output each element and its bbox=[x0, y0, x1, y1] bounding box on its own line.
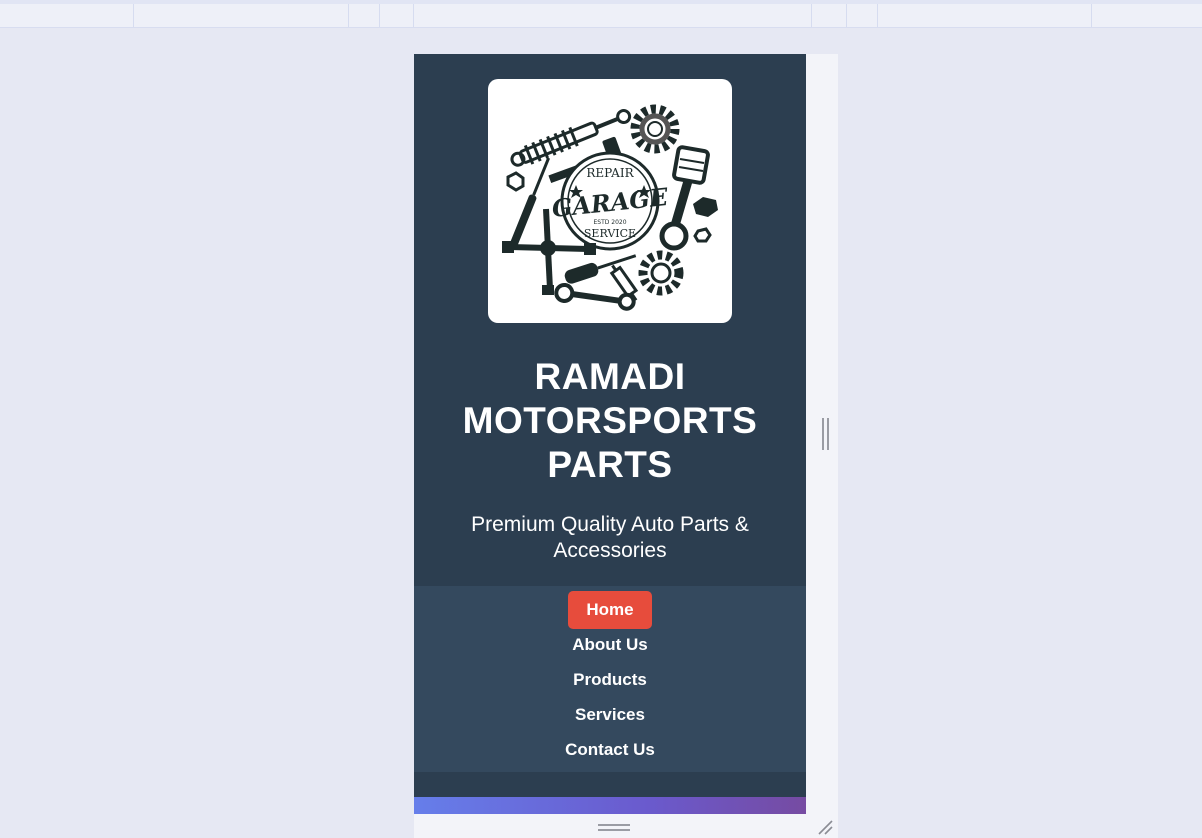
logo-text-bottom: SERVICE bbox=[584, 227, 636, 240]
site-title: RAMADI MOTORSPORTS PARTS bbox=[414, 355, 806, 487]
responsive-preview-frame: REPAIR GARAGE ESTD 2020 SERVICE RAMADI M… bbox=[414, 54, 838, 838]
grip-horizontal-icon[interactable] bbox=[598, 824, 630, 831]
garage-tools-logo[interactable]: REPAIR GARAGE ESTD 2020 SERVICE bbox=[488, 79, 732, 323]
logo-text-est: ESTD 2020 bbox=[593, 219, 626, 226]
nav-item-home[interactable]: Home bbox=[568, 591, 652, 629]
resize-handle-icon[interactable] bbox=[816, 818, 834, 836]
bottom-resize-bar bbox=[414, 814, 838, 838]
site-title-line: PARTS bbox=[547, 444, 673, 485]
toolbar-divider bbox=[1091, 4, 1092, 27]
logo-text-top: REPAIR bbox=[586, 166, 634, 180]
nav-item-services[interactable]: Services bbox=[414, 705, 806, 725]
nav-item-products[interactable]: Products bbox=[414, 670, 806, 690]
toolbar-divider bbox=[413, 4, 414, 27]
toolbar-divider bbox=[133, 4, 134, 27]
nav-item-about-us[interactable]: About Us bbox=[414, 635, 806, 655]
site-tagline: Premium Quality Auto Parts & Accessories bbox=[444, 512, 776, 564]
tagline-line: Accessories bbox=[553, 539, 667, 562]
toolbar-divider bbox=[379, 4, 380, 27]
nav-item-contact-us[interactable]: Contact Us bbox=[414, 740, 806, 760]
toolbar-divider bbox=[811, 4, 812, 27]
site-title-line: RAMADI bbox=[534, 356, 686, 397]
site-title-line: MOTORSPORTS bbox=[462, 400, 758, 441]
top-toolbar bbox=[0, 0, 1202, 28]
grip-vertical-icon[interactable] bbox=[822, 418, 830, 450]
toolbar-divider bbox=[348, 4, 349, 27]
garage-logo-graphic: REPAIR GARAGE ESTD 2020 SERVICE bbox=[502, 104, 718, 311]
main-navigation: Home About Us Products Services Contact … bbox=[414, 586, 806, 772]
tagline-line: Premium Quality Auto Parts & bbox=[471, 513, 749, 536]
hero-section-top bbox=[414, 797, 806, 814]
toolbar-divider bbox=[877, 4, 878, 27]
toolbar-divider bbox=[846, 4, 847, 27]
site-header: REPAIR GARAGE ESTD 2020 SERVICE RAMADI M… bbox=[414, 54, 806, 586]
page-viewport[interactable]: REPAIR GARAGE ESTD 2020 SERVICE RAMADI M… bbox=[414, 54, 806, 814]
